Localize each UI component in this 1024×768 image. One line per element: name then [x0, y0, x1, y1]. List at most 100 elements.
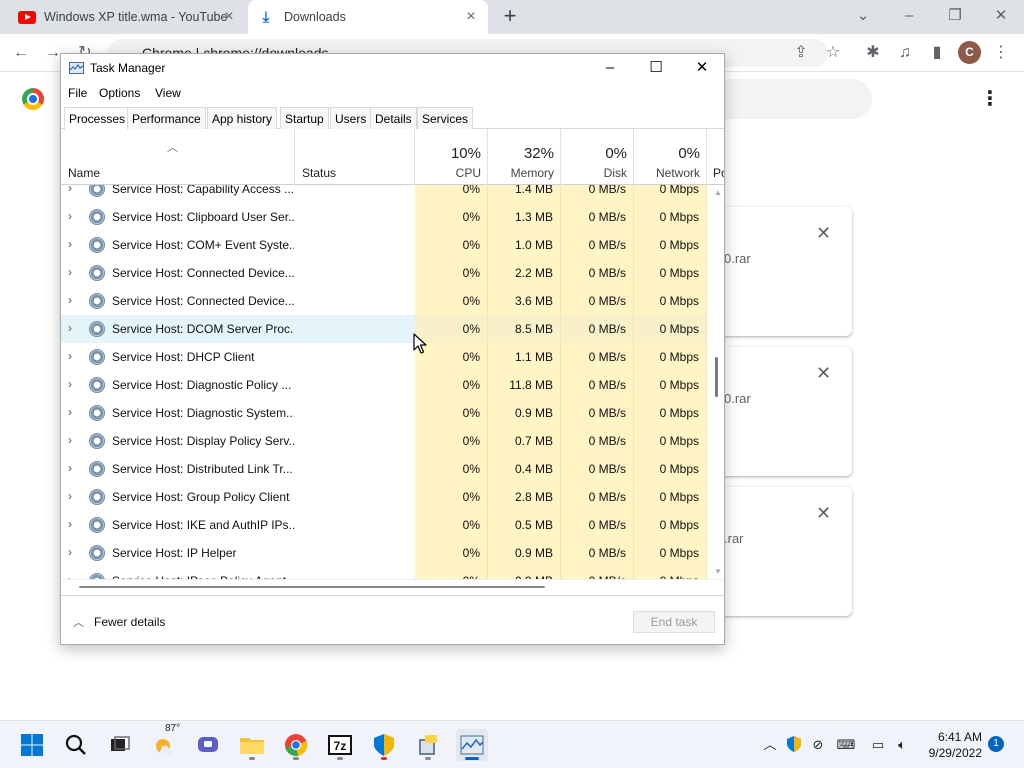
chevron-up-icon[interactable]: ︿	[760, 735, 780, 755]
horizontal-scrollbar[interactable]	[61, 579, 724, 593]
expand-chevron-icon[interactable]: ›	[68, 265, 72, 279]
scroll-up-icon[interactable]: ▲	[714, 188, 722, 197]
process-row[interactable]: › Service Host: Diagnostic Policy ... 0% 11…	[61, 371, 707, 399]
defender-shield-icon[interactable]	[784, 735, 804, 755]
close-button[interactable]: ✕	[679, 54, 724, 84]
expand-chevron-icon[interactable]: ›	[68, 489, 72, 503]
column-status[interactable]: Status	[295, 129, 415, 185]
minimize-button[interactable]: –	[587, 54, 633, 84]
search-button[interactable]	[60, 729, 92, 761]
process-row[interactable]: › Service Host: Clipboard User Ser... 0% 1.…	[61, 203, 707, 231]
tab-performance[interactable]: Performance	[127, 107, 206, 129]
minimize-button[interactable]: –	[894, 2, 924, 30]
tab-details[interactable]: Details	[370, 107, 417, 129]
menu-file[interactable]: File	[68, 86, 87, 100]
end-task-button[interactable]: End task	[633, 611, 715, 633]
column-power[interactable]: Po	[707, 129, 724, 185]
expand-chevron-icon[interactable]: ›	[68, 349, 72, 363]
process-row[interactable]: › Service Host: IP Helper 0% 0.9 MB 0 MB/s 0 …	[61, 539, 707, 567]
process-row[interactable]: › Service Host: Capability Access ... 0% 1.…	[61, 185, 707, 203]
start-button[interactable]	[16, 729, 48, 761]
fewer-details-button[interactable]: ︿ Fewer details	[73, 614, 165, 630]
close-icon[interactable]: ✕	[816, 223, 831, 244]
menu-options[interactable]: Options	[99, 86, 140, 100]
task-view-button[interactable]	[104, 729, 136, 761]
vertical-scrollbar[interactable]: ▲ ▼	[711, 185, 724, 579]
teams-chat-app[interactable]	[192, 729, 224, 761]
expand-chevron-icon[interactable]: ›	[68, 545, 72, 559]
expand-chevron-icon[interactable]: ›	[68, 209, 72, 223]
expand-chevron-icon[interactable]: ›	[68, 461, 72, 475]
expand-chevron-icon[interactable]: ›	[68, 517, 72, 531]
7zip-app[interactable]: 7z	[324, 729, 356, 761]
download-filename[interactable]: 0.rar	[724, 391, 751, 406]
task-manager-titlebar[interactable]: Task Manager – ☐ ✕	[61, 54, 724, 84]
expand-chevron-icon[interactable]: ›	[68, 293, 72, 307]
restore-button[interactable]: ❐	[940, 2, 970, 30]
close-icon[interactable]: ×	[220, 8, 238, 26]
side-panel-icon[interactable]: ▮	[924, 40, 950, 66]
tab-app-history[interactable]: App history	[207, 107, 278, 129]
bookmark-star-icon[interactable]: ☆	[820, 40, 846, 66]
extensions-icon[interactable]: ✱	[860, 40, 886, 66]
process-row[interactable]: › Service Host: DCOM Server Proc... 0% 8.5 …	[61, 315, 707, 343]
browser-tab-youtube[interactable]: Windows XP title.wma - YouTube ×	[8, 0, 246, 34]
chrome-app[interactable]	[280, 729, 312, 761]
close-icon[interactable]: ×	[462, 8, 480, 26]
downloads-search-field[interactable]	[700, 79, 872, 119]
clock[interactable]: 6:41 AM 9/29/2022	[902, 729, 982, 761]
network-disconnected-icon[interactable]: ⊘	[808, 735, 828, 755]
tab-services[interactable]: Services	[417, 107, 474, 129]
security-app[interactable]	[368, 729, 400, 761]
download-filename[interactable]: .rar	[724, 531, 744, 546]
task-manager-app[interactable]	[456, 729, 488, 761]
scroll-down-icon[interactable]: ▼	[714, 567, 722, 576]
expand-chevron-icon[interactable]: ›	[68, 237, 72, 251]
keyboard-icon[interactable]: ⌨	[836, 735, 856, 755]
column-network[interactable]: 0% Network	[634, 129, 707, 185]
tab-startup[interactable]: Startup	[280, 107, 329, 129]
installer-app[interactable]	[412, 729, 444, 761]
tab-users[interactable]: Users	[330, 107, 372, 129]
close-window-button[interactable]: ✕	[986, 2, 1016, 30]
expand-chevron-icon[interactable]: ›	[68, 321, 72, 335]
scrollbar-thumb[interactable]	[79, 586, 545, 588]
downloads-menu-icon[interactable]: ⋮	[978, 88, 1002, 112]
notification-badge[interactable]: 1	[988, 736, 1004, 752]
display-icon[interactable]: ▭	[868, 735, 888, 755]
process-row[interactable]: › Service Host: IKE and AuthIP IPs... 0% 0.…	[61, 511, 707, 539]
close-icon[interactable]: ✕	[816, 363, 831, 384]
browser-tab-downloads[interactable]: ⤓ Downloads ×	[248, 0, 488, 34]
expand-chevron-icon[interactable]: ›	[68, 377, 72, 391]
scrollbar-thumb[interactable]	[715, 357, 718, 397]
tab-processes[interactable]: Processes	[64, 107, 131, 130]
share-icon[interactable]: ⇪	[788, 40, 814, 66]
process-row[interactable]: › Service Host: DHCP Client 0% 1.1 MB 0 MB/s…	[61, 343, 707, 371]
process-row[interactable]: › Service Host: COM+ Event Syste... 0% 1.0 …	[61, 231, 707, 259]
process-row[interactable]: › Service Host: Display Policy Serv... 0% 0…	[61, 427, 707, 455]
menu-view[interactable]: View	[155, 86, 181, 100]
new-tab-button[interactable]: +	[498, 4, 522, 28]
maximize-button[interactable]: ☐	[633, 54, 679, 84]
process-row[interactable]: › Service Host: Diagnostic System... 0% 0.9…	[61, 399, 707, 427]
process-row[interactable]: › Service Host: Group Policy Client 0% 2.8 …	[61, 483, 707, 511]
back-icon[interactable]: ←	[8, 40, 34, 66]
expand-chevron-icon[interactable]: ›	[68, 433, 72, 447]
weather-widget[interactable]: 87°	[148, 723, 180, 761]
column-name[interactable]: Name	[61, 129, 295, 185]
media-control-icon[interactable]: ♫	[892, 40, 918, 66]
file-explorer-app[interactable]	[236, 729, 268, 761]
process-row[interactable]: › Service Host: Connected Device... 0% 3.6 …	[61, 287, 707, 315]
download-filename[interactable]: 0.rar	[724, 251, 751, 266]
expand-chevron-icon[interactable]: ›	[68, 405, 72, 419]
column-disk[interactable]: 0% Disk	[561, 129, 634, 185]
process-row[interactable]: ›Service Host: IPsec Policy Agent0%0.9 M…	[61, 567, 707, 579]
process-row[interactable]: › Service Host: Connected Device... 0% 2.2 …	[61, 259, 707, 287]
close-icon[interactable]: ✕	[816, 503, 831, 524]
profile-avatar[interactable]: C	[958, 41, 981, 64]
column-memory[interactable]: 32% Memory	[488, 129, 561, 185]
expand-chevron-icon[interactable]: ›	[68, 185, 72, 195]
tab-search-icon[interactable]: ⌄	[848, 2, 878, 30]
process-row[interactable]: › Service Host: Distributed Link Tr... 0% 0…	[61, 455, 707, 483]
column-cpu[interactable]: 10% CPU	[415, 129, 488, 185]
